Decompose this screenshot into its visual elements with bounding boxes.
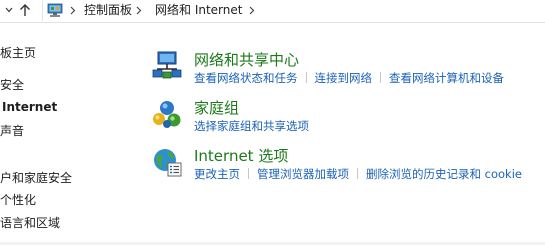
breadcrumb-separator-icon[interactable] [249, 6, 255, 15]
section-links-homegroup: 选择家庭组和共享选项 [194, 119, 309, 134]
section-links-internet-options: 更改主页 管理浏览器加载项 删除浏览的历史记录和 cookie [194, 167, 522, 182]
link-divider [248, 168, 249, 179]
address-box[interactable]: 控制面板 网络和 Internet [42, 0, 545, 21]
sidebar-item-home[interactable]: 板主页 [0, 45, 36, 61]
homegroup-icon[interactable] [152, 99, 182, 129]
section-title-network-sharing-center[interactable]: 网络和共享中心 [194, 51, 299, 70]
link-delete-browsing-history[interactable]: 删除浏览的历史记录和 cookie [366, 167, 522, 181]
network-sharing-center-icon[interactable] [152, 50, 182, 80]
link-view-network-computers[interactable]: 查看网络计算机和设备 [389, 71, 504, 85]
section-title-homegroup[interactable]: 家庭组 [194, 99, 239, 118]
link-divider [357, 168, 358, 179]
link-manage-browser-addons[interactable]: 管理浏览器加载项 [257, 167, 349, 181]
link-divider [305, 72, 307, 83]
breadcrumb-separator-icon[interactable] [70, 6, 76, 15]
sidebar-item-internet[interactable]: Internet [2, 99, 57, 115]
sidebar-item-language-region[interactable]: 语言和区域 [0, 215, 60, 231]
link-change-homepage[interactable]: 更改主页 [194, 167, 240, 181]
internet-options-icon[interactable] [152, 147, 182, 177]
sidebar-item-security[interactable]: 安全 [0, 77, 24, 93]
recent-locations-chevron-icon[interactable] [4, 5, 14, 15]
up-arrow-icon[interactable] [18, 3, 32, 17]
address-bar: 控制面板 网络和 Internet [0, 0, 545, 23]
section-links-network-sharing-center: 查看网络状态和任务 连接到网络 查看网络计算机和设备 [194, 71, 504, 86]
link-connect-to-network[interactable]: 连接到网络 [315, 71, 373, 85]
control-panel-icon [47, 3, 63, 17]
breadcrumb-control-panel[interactable]: 控制面板 [84, 3, 132, 18]
sidebar-item-sound[interactable]: 声音 [0, 123, 24, 139]
link-divider [380, 72, 381, 83]
breadcrumb-network-internet[interactable]: 网络和 Internet [155, 3, 242, 18]
link-view-network-status[interactable]: 查看网络状态和任务 [194, 71, 298, 85]
breadcrumb-separator-icon[interactable] [136, 6, 142, 15]
sidebar-item-personalization[interactable]: 个性化 [0, 192, 36, 208]
link-choose-homegroup-sharing[interactable]: 选择家庭组和共享选项 [194, 119, 309, 133]
section-title-internet-options[interactable]: Internet 选项 [194, 147, 288, 166]
sidebar-item-family-safety[interactable]: 户和家庭安全 [0, 170, 72, 186]
